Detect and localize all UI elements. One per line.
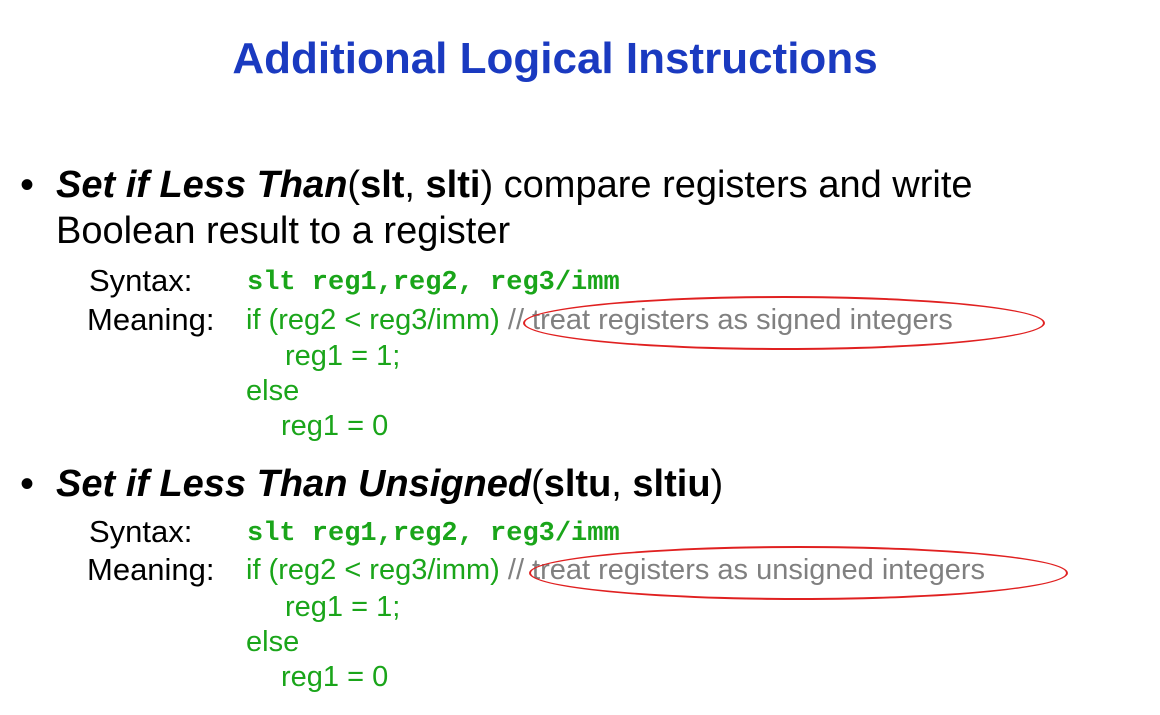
bullet-2-syntax-label: Syntax: <box>89 514 193 549</box>
bullet-2-mnemonic-1: sltu <box>543 463 612 505</box>
bullet-2-syntax-code: slt reg1,reg2, reg3/imm <box>247 519 620 549</box>
bullet-1-else-body: reg1 = 0 <box>281 410 389 442</box>
bullet-1-syntax-label: Syntax: <box>89 263 193 298</box>
bullet-2-comment-highlight-ellipse <box>529 546 1068 600</box>
bullet-2-mnemonic-2: sltiu <box>632 463 711 505</box>
bullet-1-description: ) compare registers and write <box>480 164 973 206</box>
bullet-2-else-body: reg1 = 0 <box>281 661 389 693</box>
bullet-2-meaning-condition: if (reg2 < reg3/imm) <box>246 554 508 586</box>
bullet-2-dot: • <box>20 462 35 506</box>
bullet-2-then-line: reg1 = 1; <box>285 591 401 623</box>
bullet-2-else-line: else <box>246 626 300 658</box>
bullet-1-mnemonic-2: slti <box>425 164 481 206</box>
bullet-2-comma: , <box>611 463 633 505</box>
bullet-1-comment-highlight-ellipse <box>523 296 1045 350</box>
bullet-1-name: Set if Less Than <box>56 164 348 206</box>
bullet-1-dot: • <box>20 163 35 207</box>
bullet-1-heading: Set if Less Than(slt, slti) compare regi… <box>56 163 973 207</box>
bullet-1-comma: , <box>404 164 426 206</box>
bullet-2-meaning-label: Meaning: <box>87 552 215 587</box>
bullet-1-mnemonic-1: slt <box>360 164 405 206</box>
bullet-1-description-line-2: Boolean result to a register <box>56 210 511 252</box>
bullet-1-open-paren: ( <box>347 164 361 206</box>
slide-title: Additional Logical Instructions <box>232 34 878 83</box>
bullet-2-open-paren: ( <box>531 463 544 505</box>
bullet-2-name: Set if Less Than Unsigned <box>56 463 532 505</box>
bullet-2-close-paren: ) <box>710 463 724 505</box>
bullet-1-meaning-label: Meaning: <box>87 302 215 337</box>
bullet-1-meaning-condition: if (reg2 < reg3/imm) <box>246 304 508 336</box>
bullet-1-else-line: else <box>246 375 300 407</box>
bullet-1-syntax-code: slt reg1,reg2, reg3/imm <box>247 268 620 298</box>
bullet-2-heading: Set if Less Than Unsigned(sltu, sltiu) <box>56 462 723 506</box>
bullet-1-then-line: reg1 = 1; <box>285 340 401 372</box>
